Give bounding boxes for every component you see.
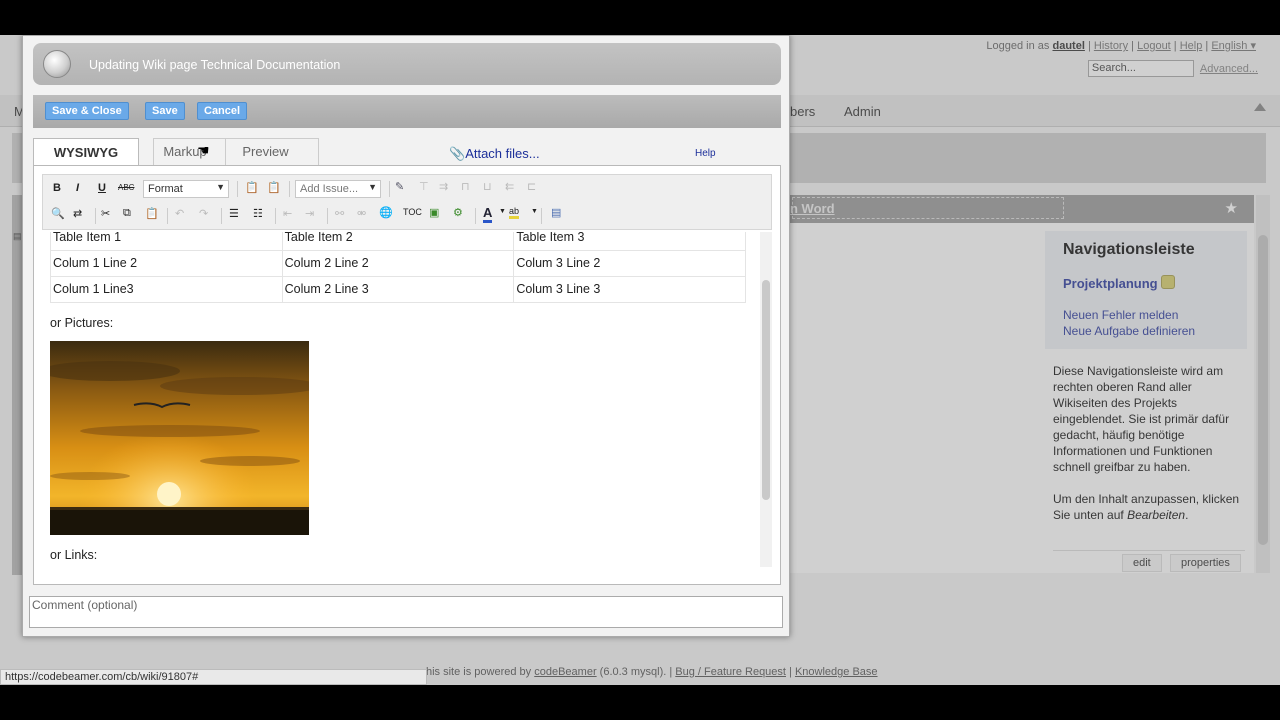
table-row: Table Item 1 Table Item 2 Table Item 3 xyxy=(50,232,746,251)
source-view-icon[interactable]: ▤ xyxy=(551,206,561,219)
strikethrough-button[interactable]: ABC xyxy=(118,183,134,192)
column-delete-icon[interactable]: ⇇ xyxy=(505,180,514,193)
editor-scrollbar[interactable] xyxy=(760,232,772,567)
mouse-pointer-icon: ☚ xyxy=(197,142,210,158)
table-cell: Colum 3 Line 3 xyxy=(513,276,746,303)
editor-help-link[interactable]: Help xyxy=(695,148,716,159)
row-insert-icon[interactable]: ⇉ xyxy=(439,180,448,193)
toolbar-separator xyxy=(275,208,276,224)
table-cell: Table Item 2 xyxy=(281,232,515,251)
link-icon[interactable]: ⚯ xyxy=(335,207,344,220)
editor-toolbar: B I U ABC Format ▼ 📋 📋 Add Issue... ▼ ✎ ⊤ … xyxy=(42,174,772,230)
edit-table-icon[interactable]: ✎ xyxy=(395,180,404,193)
row-delete-icon[interactable]: ⊔ xyxy=(483,180,492,193)
table-cell: Table Item 3 xyxy=(513,232,746,251)
table-cell: Colum 1 Line 2 xyxy=(50,250,283,277)
wiki-globe-icon xyxy=(43,50,71,78)
cell-merge-icon[interactable]: ⊏ xyxy=(527,180,536,193)
format-select[interactable]: Format ▼ xyxy=(143,180,229,198)
toc-icon[interactable]: TOC xyxy=(403,207,422,217)
links-label: or Links: xyxy=(50,548,98,562)
toolbar-separator xyxy=(237,181,238,197)
table-row: Colum 1 Line3 Colum 2 Line 3 Colum 3 Lin… xyxy=(50,276,746,303)
editor-content[interactable]: Table Item 1 Table Item 2 Table Item 3 C… xyxy=(42,232,760,567)
add-issue-select[interactable]: Add Issue... ▼ xyxy=(295,180,381,198)
underline-button[interactable]: U xyxy=(98,182,106,194)
italic-button[interactable]: I xyxy=(76,182,79,194)
paperclip-icon: 📎 xyxy=(449,146,466,161)
chevron-down-icon[interactable]: ▼ xyxy=(531,208,538,215)
attach-files-link[interactable]: 📎Attach files... xyxy=(449,146,540,162)
table-cell: Table Item 1 xyxy=(50,232,283,251)
toolbar-separator xyxy=(389,181,390,197)
wiki-edit-dialog: Updating Wiki page Technical Documentati… xyxy=(22,35,790,637)
save-button[interactable]: Save xyxy=(145,102,185,120)
tab-markup[interactable]: Markup xyxy=(149,138,221,166)
toolbar-separator xyxy=(221,208,222,224)
indent-icon[interactable]: ⇥ xyxy=(305,207,314,220)
toolbar-separator xyxy=(475,208,476,224)
tab-preview[interactable]: Preview xyxy=(225,138,305,166)
chevron-down-icon: ▼ xyxy=(216,182,225,192)
toolbar-separator xyxy=(541,208,542,224)
bold-button[interactable]: B xyxy=(53,182,61,194)
unlink-icon[interactable]: ⚮ xyxy=(357,207,366,220)
save-close-button[interactable]: Save & Close xyxy=(45,102,129,120)
editor-scrollbar-thumb[interactable] xyxy=(762,280,770,500)
screen: Logged in as dautel | History | Logout |… xyxy=(0,35,1280,685)
comment-field[interactable]: Comment (optional) xyxy=(29,596,783,628)
tab-wysiwyg[interactable]: WYSIWYG xyxy=(33,138,139,166)
table-cell: Colum 2 Line 3 xyxy=(281,276,515,303)
bullet-list-icon[interactable]: ☰ xyxy=(229,207,239,220)
toolbar-separator xyxy=(95,208,96,224)
text-color-icon[interactable]: A xyxy=(483,205,493,223)
content-table: Table Item 1 Table Item 2 Table Item 3 C… xyxy=(50,232,746,303)
numbered-list-icon[interactable]: ☷ xyxy=(253,207,263,220)
pictures-label: or Pictures: xyxy=(50,316,114,330)
table-row: Colum 1 Line 2 Colum 2 Line 2 Colum 3 Li… xyxy=(50,250,746,277)
find-icon[interactable]: 🔍 xyxy=(51,207,65,220)
plugin-icon[interactable]: ⚙ xyxy=(453,206,463,219)
toolbar-separator xyxy=(327,208,328,224)
redo-icon[interactable]: ↷ xyxy=(199,207,208,220)
wiki-link-icon[interactable]: 🌐 xyxy=(379,206,393,219)
outdent-icon[interactable]: ⇤ xyxy=(283,207,292,220)
chevron-down-icon: ▼ xyxy=(368,182,377,192)
table-insert-icon[interactable]: ⊤ xyxy=(419,180,429,193)
dialog-title-bar: Updating Wiki page Technical Documentati… xyxy=(33,43,781,85)
cut-icon[interactable]: ✂ xyxy=(101,207,110,220)
replace-icon[interactable]: ⇄ xyxy=(73,207,82,220)
editor-tabs: WYSIWYG Markup Preview xyxy=(33,138,319,166)
toolbar-separator xyxy=(289,181,290,197)
chevron-down-icon[interactable]: ▼ xyxy=(499,208,506,215)
column-insert-icon[interactable]: ⊓ xyxy=(461,180,470,193)
highlight-color-icon[interactable]: ab xyxy=(509,206,520,219)
dialog-title: Updating Wiki page Technical Documentati… xyxy=(89,58,341,72)
paste-text-icon[interactable]: 📋 xyxy=(245,181,259,194)
sunset-image[interactable] xyxy=(50,341,309,535)
table-cell: Colum 2 Line 2 xyxy=(281,250,515,277)
toolbar-separator xyxy=(167,208,168,224)
wysiwyg-editor: B I U ABC Format ▼ 📋 📋 Add Issue... ▼ ✎ ⊤ … xyxy=(33,165,781,585)
image-icon[interactable]: ▣ xyxy=(429,206,439,219)
paste-word-icon[interactable]: 📋 xyxy=(267,181,281,194)
status-bar-url: https://codebeamer.com/cb/wiki/91807# xyxy=(0,669,427,685)
undo-icon[interactable]: ↶ xyxy=(175,207,184,220)
table-cell: Colum 3 Line 2 xyxy=(513,250,746,277)
copy-icon[interactable]: ⧉ xyxy=(123,207,131,220)
paste-icon[interactable]: 📋 xyxy=(145,207,159,220)
cancel-button[interactable]: Cancel xyxy=(197,102,248,120)
dialog-action-bar: Save & Close Save Cancel xyxy=(33,95,781,128)
table-cell: Colum 1 Line3 xyxy=(50,276,283,303)
